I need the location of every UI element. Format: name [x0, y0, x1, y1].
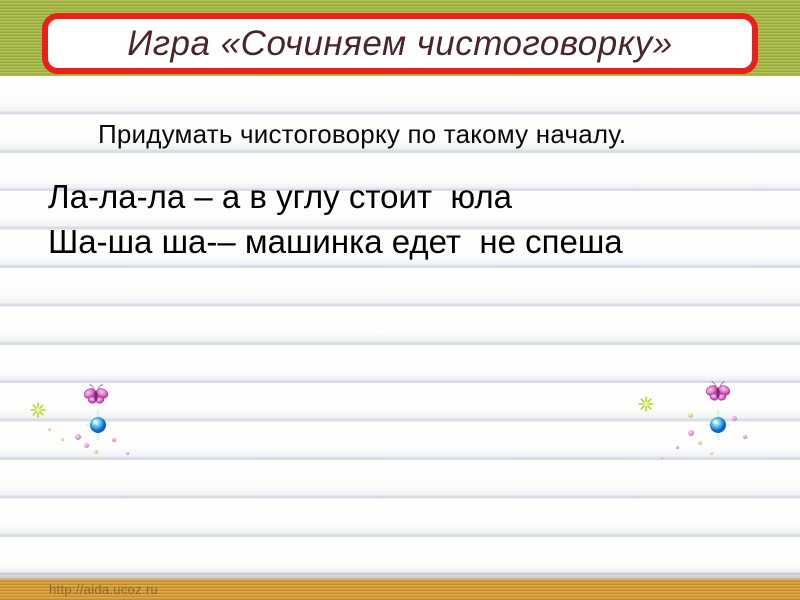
sparkle-dot — [126, 452, 129, 455]
verse-line-1: Ла-ла-ла – а в углу стоит юла — [48, 178, 512, 215]
sparkle-dot — [732, 416, 737, 421]
sparkle-dot — [84, 443, 89, 448]
presentation-slide: Игра «Сочиняем чистоговорку» Придумать ч… — [0, 0, 800, 600]
decoration-cluster-right — [636, 376, 756, 466]
sparkle-dot — [75, 434, 81, 440]
sparkle-dot — [743, 435, 747, 439]
decoration-cluster-left — [26, 380, 136, 460]
sparkle-dot — [48, 428, 51, 431]
slide-title-box: Игра «Сочиняем чистоговорку» — [42, 13, 758, 74]
green-sparkle-icon — [30, 402, 46, 423]
sparkle-dot — [710, 452, 713, 455]
blue-orb-sparkle-icon — [83, 409, 113, 445]
sparkle-dot — [94, 450, 98, 454]
slide-subtitle: Придумать чистоговорку по такому началу. — [98, 119, 627, 149]
blue-orb-sparkle-icon — [703, 409, 733, 445]
ruled-paper-background — [0, 76, 800, 576]
sparkle-dot — [61, 438, 64, 441]
sparkle-dot — [688, 413, 693, 418]
sparkle-dot — [698, 441, 702, 445]
slide-title: Игра «Сочиняем чистоговорку» — [127, 23, 673, 63]
sparkle-dot — [112, 438, 116, 442]
verse-line-2: Ша-ша ша-– машинка едет не спеша — [48, 223, 623, 260]
butterfly-icon — [83, 383, 109, 412]
sparkle-dot — [688, 430, 694, 436]
bottom-band-shadow — [0, 572, 800, 579]
sparkle-dot — [676, 446, 679, 449]
verse-block: Ла-ла-ла – а в углу стоит юла Ша-ша ша-–… — [48, 174, 623, 264]
butterfly-icon — [705, 380, 731, 409]
sparkle-dot — [661, 457, 663, 459]
watermark-url: http://aida.ucoz.ru — [49, 582, 159, 597]
green-sparkle-icon — [638, 396, 654, 417]
